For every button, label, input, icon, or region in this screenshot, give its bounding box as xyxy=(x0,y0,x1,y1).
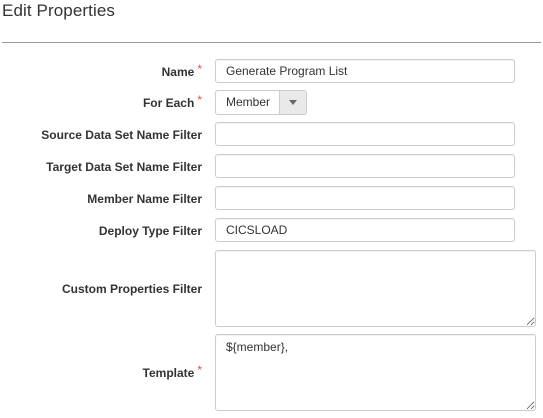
caret-down-icon xyxy=(289,100,297,105)
for-each-label-text: For Each xyxy=(142,96,195,110)
select-dropdown-button[interactable] xyxy=(279,91,306,114)
deploy-type-filter-label: Deploy Type Filter xyxy=(98,224,202,238)
member-filter-label: Member Name Filter xyxy=(87,192,202,206)
custom-properties-filter-label: Custom Properties Filter xyxy=(61,282,202,296)
custom-properties-filter-textarea[interactable] xyxy=(215,250,536,327)
source-filter-input[interactable] xyxy=(215,122,515,146)
name-label-text: Name xyxy=(161,65,195,79)
deploy-type-filter-input[interactable] xyxy=(215,218,515,242)
target-filter-input[interactable] xyxy=(215,154,515,178)
name-input[interactable] xyxy=(215,59,515,83)
template-label: Template * xyxy=(142,363,202,380)
required-marker: * xyxy=(197,93,202,107)
target-filter-label: Target Data Set Name Filter xyxy=(46,160,202,174)
required-marker: * xyxy=(197,363,202,377)
member-filter-input[interactable] xyxy=(215,186,515,210)
name-label: Name * xyxy=(161,62,202,79)
required-marker: * xyxy=(197,62,202,76)
template-textarea[interactable]: ${member}, xyxy=(215,334,536,411)
for-each-selected-value: Member xyxy=(226,95,271,109)
for-each-label: For Each * xyxy=(142,93,202,110)
dialog-title: Edit Properties xyxy=(2,1,115,20)
source-filter-label: Source Data Set Name Filter xyxy=(41,128,202,142)
for-each-select[interactable]: Member xyxy=(215,90,307,115)
edit-properties-dialog: Edit Properties Name* For Each* Member S… xyxy=(0,0,543,418)
title-divider xyxy=(2,42,541,43)
template-label-text: Template xyxy=(142,366,195,380)
